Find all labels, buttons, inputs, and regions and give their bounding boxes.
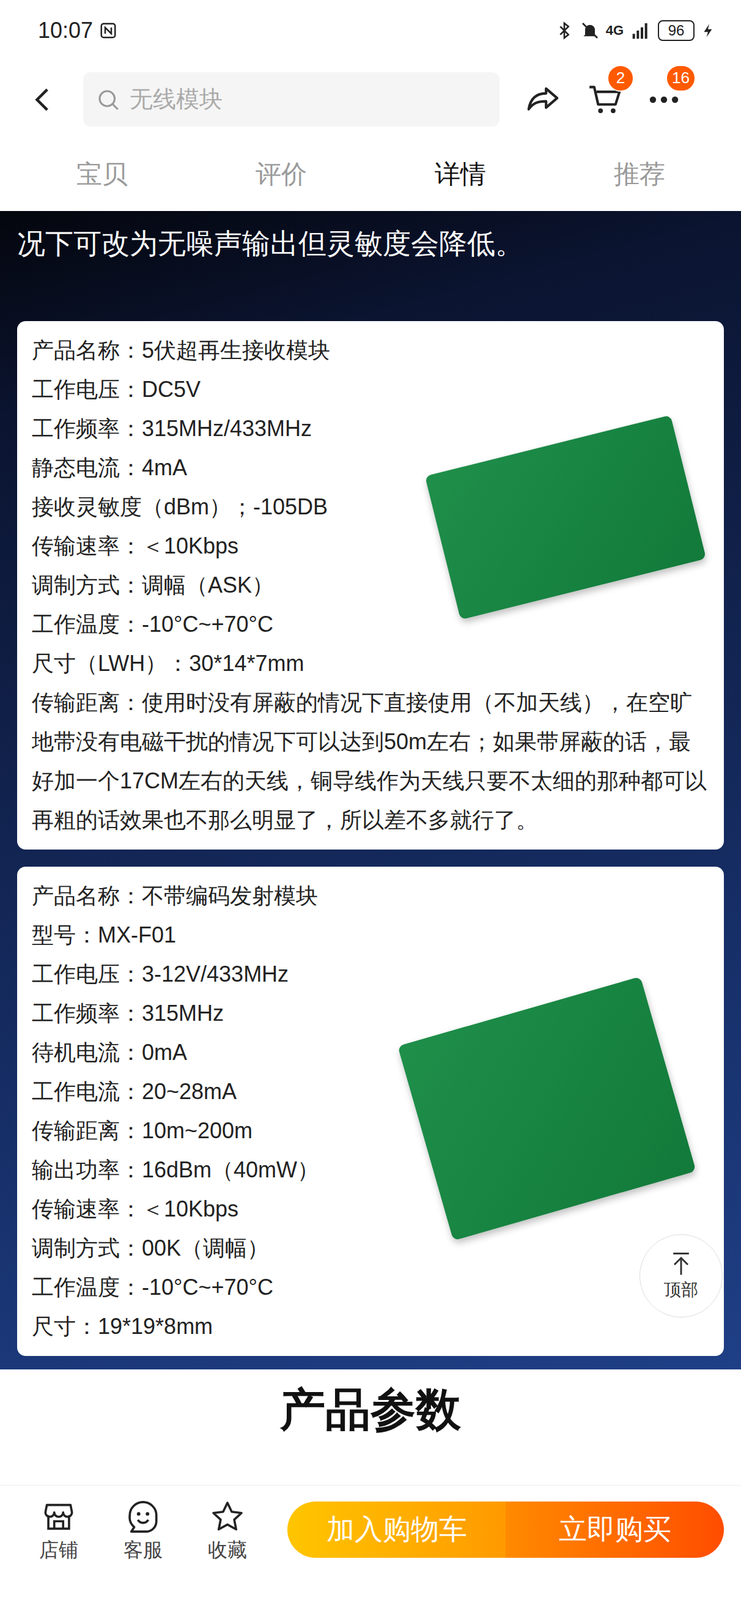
service-icon [125, 1498, 161, 1534]
spec-line: 工作温度：-10°C~+70°C [31, 1267, 710, 1307]
product-detail-page: 10:074G96无线模块216宝贝评价详情推荐况下可改为无噪声输出但灵敏度会降… [0, 0, 741, 1600]
charging-icon [700, 21, 717, 40]
module-photo [421, 398, 710, 637]
tab[interactable]: 评价 [191, 157, 371, 192]
add-to-cart-button[interactable]: 加入购物车 [287, 1500, 506, 1558]
status-bar: 10:07 4G 96 [0, 0, 741, 62]
spec-line: 调制方式：00K（调幅） [31, 1228, 710, 1268]
back-icon[interactable] [28, 84, 59, 115]
bluetooth-icon [554, 20, 575, 41]
back-to-top-label: 顶部 [663, 1277, 699, 1302]
more-button[interactable]: 16 [645, 80, 683, 119]
mute-icon [580, 20, 600, 41]
tab[interactable]: 宝贝 [12, 157, 192, 192]
tab[interactable]: 推荐 [549, 157, 729, 192]
back-to-top-button[interactable]: 顶部 [639, 1233, 723, 1317]
favorite-button[interactable]: 收藏 [193, 1498, 262, 1564]
clock: 10:07 [37, 17, 93, 44]
module-photo [385, 967, 710, 1250]
buy-now-button[interactable]: 立即购买 [505, 1500, 724, 1558]
service-label: 客服 [123, 1536, 163, 1564]
star-icon [209, 1498, 246, 1534]
spec-card: 产品名称：不带编码发射模块型号：MX-F01工作电压：3-12V/433MHz工… [17, 866, 724, 1356]
favorite-label: 收藏 [207, 1536, 247, 1564]
bottom-bar: 店铺 客服 收藏 加入购物车立即购买 [0, 1484, 741, 1600]
battery: 96 [657, 20, 695, 41]
search-icon [95, 86, 122, 113]
shop-button[interactable]: 店铺 [24, 1498, 93, 1564]
search-box[interactable]: 无线模块 [83, 72, 500, 127]
spec-line: 型号：MX-F01 [31, 915, 710, 955]
search-placeholder: 无线模块 [129, 83, 223, 115]
cart-button[interactable]: 2 [586, 80, 625, 119]
spec-line: 工作温度：-10°C~+70°C [31, 604, 710, 644]
service-button[interactable]: 客服 [108, 1498, 178, 1564]
detail-section: 况下可改为无噪声输出但灵敏度会降低。产品名称：5伏超再生接收模块工作电压：DC5… [0, 210, 741, 1369]
shop-label: 店铺 [39, 1536, 79, 1564]
params-section: 产品参数 [0, 1368, 741, 1434]
spec-card: 产品名称：5伏超再生接收模块工作电压：DC5V工作频率：315MHz/433MH… [17, 320, 724, 850]
tab-bar: 宝贝评价详情推荐 [0, 137, 741, 211]
top-bar: 无线模块 2 16 [0, 61, 741, 138]
spec-paragraph: 传输距离：使用时没有屏蔽的情况下直接使用（不加天线），在空旷地带没有电磁干扰的情… [31, 682, 710, 840]
arrow-up-icon [667, 1249, 695, 1277]
spec-line: 尺寸：19*19*8mm [31, 1306, 710, 1346]
tab[interactable]: 详情 [370, 157, 550, 192]
message-badge: 16 [665, 64, 696, 92]
share-icon[interactable] [523, 80, 562, 119]
spec-line: 产品名称：5伏超再生接收模块 [31, 330, 710, 370]
spec-line: 尺寸（LWH）：30*14*7mm [31, 643, 710, 683]
spec-line: 产品名称：不带编码发射模块 [31, 876, 710, 916]
shop-icon [40, 1498, 77, 1534]
signal-icon [629, 20, 652, 41]
section-heading: 产品参数 [280, 1384, 461, 1434]
network-type: 4G [605, 22, 624, 39]
nfc-icon [99, 21, 118, 40]
intro-text: 况下可改为无噪声输出但灵敏度会降低。 [17, 210, 724, 321]
cart-badge: 2 [607, 64, 635, 92]
spec-line: 工作电压：DC5V [31, 369, 710, 410]
